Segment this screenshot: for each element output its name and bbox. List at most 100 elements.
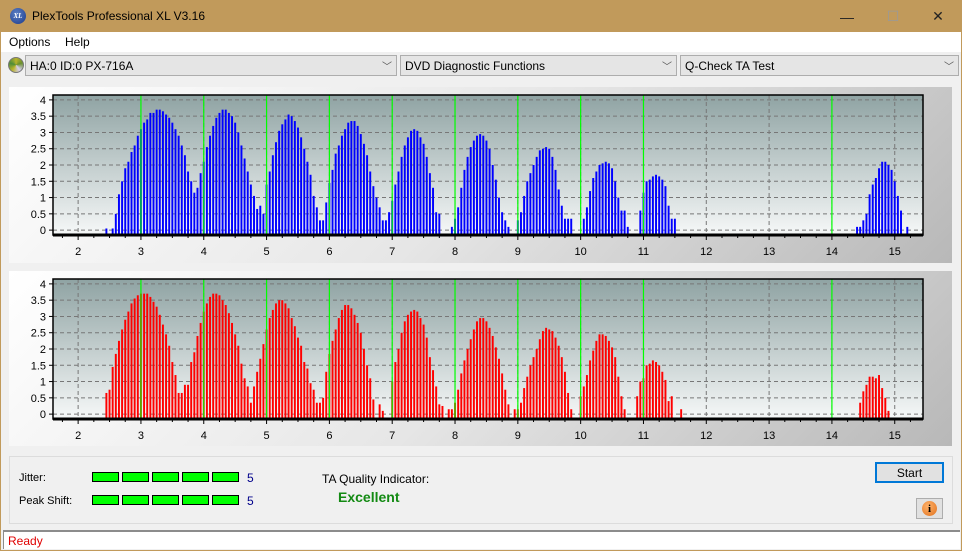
menu-bar: Options Help <box>1 32 961 52</box>
test-select-value: Q-Check TA Test <box>685 59 775 73</box>
histogram-bar <box>287 114 290 235</box>
histogram-bar <box>256 208 259 235</box>
histogram-bar <box>130 303 133 419</box>
histogram-bar <box>344 305 347 419</box>
histogram-bar <box>127 161 130 235</box>
x-tick-label: 8 <box>452 246 458 258</box>
x-tick-label: 14 <box>826 430 838 442</box>
histogram-bar <box>318 402 321 419</box>
histogram-bar <box>501 373 504 419</box>
status-text: Ready <box>8 534 43 548</box>
histogram-bar <box>526 181 529 235</box>
x-tick-label: 3 <box>138 246 144 258</box>
histogram-bar <box>174 129 177 235</box>
histogram-bar <box>871 184 874 235</box>
y-tick-label: 2.5 <box>31 144 46 156</box>
drive-select-value: HA:0 ID:0 PX-716A <box>30 59 134 73</box>
histogram-bar <box>388 212 391 235</box>
function-select[interactable]: DVD Diagnostic Functions ﹀ <box>400 55 677 76</box>
title-bar[interactable]: XL PlexTools Professional XL V3.16 — ☐ ✕ <box>1 1 961 32</box>
histogram-bar <box>152 112 155 235</box>
y-tick-label: 2 <box>40 160 46 172</box>
histogram-bar <box>187 384 190 419</box>
histogram-bar <box>614 357 617 419</box>
histogram-bar <box>199 322 202 419</box>
histogram-bar <box>859 402 862 419</box>
histogram-bar <box>607 340 610 419</box>
histogram-bar <box>359 332 362 419</box>
histogram-bar <box>271 155 274 235</box>
histogram-bar <box>111 366 114 419</box>
histogram-bar <box>262 344 265 419</box>
histogram-bar <box>227 313 230 419</box>
histogram-bar <box>874 378 877 419</box>
x-tick-label: 8 <box>452 430 458 442</box>
histogram-bar <box>592 178 595 235</box>
histogram-bar <box>281 300 284 419</box>
histogram-bar <box>554 169 557 235</box>
test-select[interactable]: Q-Check TA Test ﹀ <box>680 55 959 76</box>
histogram-bar <box>253 386 255 419</box>
drive-select[interactable]: HA:0 ID:0 PX-716A ﹀ <box>25 55 397 76</box>
menu-help[interactable]: Help <box>65 35 90 49</box>
y-tick-label: 0.5 <box>31 209 46 221</box>
window-title: PlexTools Professional XL V3.16 <box>32 9 205 23</box>
histogram-bar <box>161 324 164 419</box>
histogram-bar <box>667 401 670 419</box>
start-button[interactable]: Start <box>875 462 944 483</box>
histogram-bar <box>900 210 902 235</box>
histogram-bar <box>648 363 651 419</box>
histogram-bar <box>614 181 617 235</box>
histogram-bar <box>340 309 343 419</box>
histogram-bar <box>557 189 560 235</box>
histogram-bar <box>205 303 208 419</box>
histogram-bar <box>413 129 416 235</box>
histogram-bar <box>884 161 887 235</box>
menu-options[interactable]: Options <box>9 35 50 49</box>
histogram-bar <box>146 119 149 235</box>
histogram-bar <box>636 396 639 419</box>
close-button[interactable]: ✕ <box>915 1 961 32</box>
histogram-bar <box>419 318 422 419</box>
maximize-button[interactable]: ☐ <box>870 1 916 32</box>
histogram-bar <box>560 205 563 235</box>
histogram-bar <box>582 386 585 419</box>
histogram-bar <box>878 168 880 235</box>
histogram-bar <box>523 195 526 235</box>
histogram-bar <box>862 220 865 235</box>
histogram-bar <box>369 171 372 235</box>
histogram-bar <box>240 363 243 419</box>
histogram-bar <box>117 340 120 419</box>
histogram-bar <box>410 130 413 235</box>
histogram-bar <box>884 397 887 419</box>
histogram-bar <box>554 337 557 419</box>
y-tick-label: 4 <box>40 95 46 107</box>
histogram-bar <box>215 293 218 419</box>
histogram-bar <box>601 334 604 419</box>
histogram-bar <box>124 168 127 235</box>
minimize-button[interactable]: — <box>824 1 870 32</box>
info-button[interactable]: i <box>916 498 943 519</box>
histogram-bar <box>337 145 340 235</box>
histogram-bar <box>419 137 422 235</box>
y-tick-label: 3 <box>40 127 46 139</box>
histogram-bar <box>259 205 262 235</box>
x-tick-label: 14 <box>826 246 838 258</box>
histogram-bar <box>488 148 491 235</box>
histogram-bar <box>300 137 303 235</box>
histogram-bar <box>655 174 658 235</box>
histogram-bar <box>611 168 614 235</box>
x-tick-label: 15 <box>889 246 901 258</box>
histogram-bar <box>372 186 375 235</box>
histogram-bar <box>878 375 880 419</box>
histogram-bar <box>563 218 566 235</box>
histogram-bar <box>372 399 375 419</box>
histogram-bar <box>485 321 488 419</box>
histogram-bar <box>337 318 340 419</box>
histogram-bar <box>479 318 482 419</box>
histogram-bar <box>425 337 428 419</box>
histogram-bar <box>322 397 325 419</box>
histogram-bar <box>190 181 193 235</box>
x-tick-label: 5 <box>264 246 270 258</box>
y-tick-label: 1 <box>40 193 46 205</box>
